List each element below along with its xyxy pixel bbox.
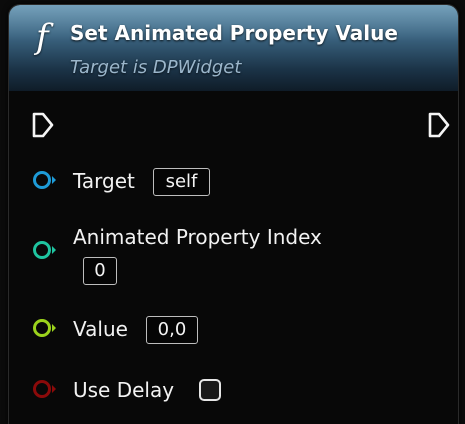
node-title: Set Animated Property Value	[70, 21, 398, 45]
blueprint-graph-canvas[interactable]: f Set Animated Property Value Target is …	[0, 0, 465, 424]
exec-input-pin-icon[interactable]	[31, 111, 55, 139]
use-delay-checkbox[interactable]	[199, 379, 221, 401]
object-pin-icon[interactable]	[31, 167, 67, 193]
pin-row-target: Target self	[31, 167, 331, 197]
node-subtitle: Target is DPWidget	[70, 57, 242, 78]
set-animated-property-value-node[interactable]: f Set Animated Property Value Target is …	[8, 4, 459, 424]
use-delay-label: Use Delay	[73, 378, 175, 402]
node-header[interactable]: f Set Animated Property Value Target is …	[9, 5, 458, 91]
pin-row-value: Value 0,0	[31, 315, 331, 345]
pin-row-animated-property-index: Animated Property Index 0	[31, 225, 371, 287]
function-icon: f	[36, 17, 49, 57]
target-value-field[interactable]: self	[153, 168, 210, 196]
value-field[interactable]: 0,0	[146, 316, 198, 344]
exec-output-pin-icon[interactable]	[427, 111, 451, 139]
pin-row-use-delay: Use Delay	[31, 376, 331, 406]
float-pin-icon[interactable]	[31, 315, 67, 341]
animated-property-index-field[interactable]: 0	[83, 257, 117, 285]
target-label: Target	[73, 169, 135, 193]
animated-property-index-label: Animated Property Index	[73, 225, 322, 249]
integer-pin-icon[interactable]	[31, 237, 67, 263]
boolean-pin-icon[interactable]	[31, 376, 67, 402]
value-label: Value	[73, 317, 128, 341]
